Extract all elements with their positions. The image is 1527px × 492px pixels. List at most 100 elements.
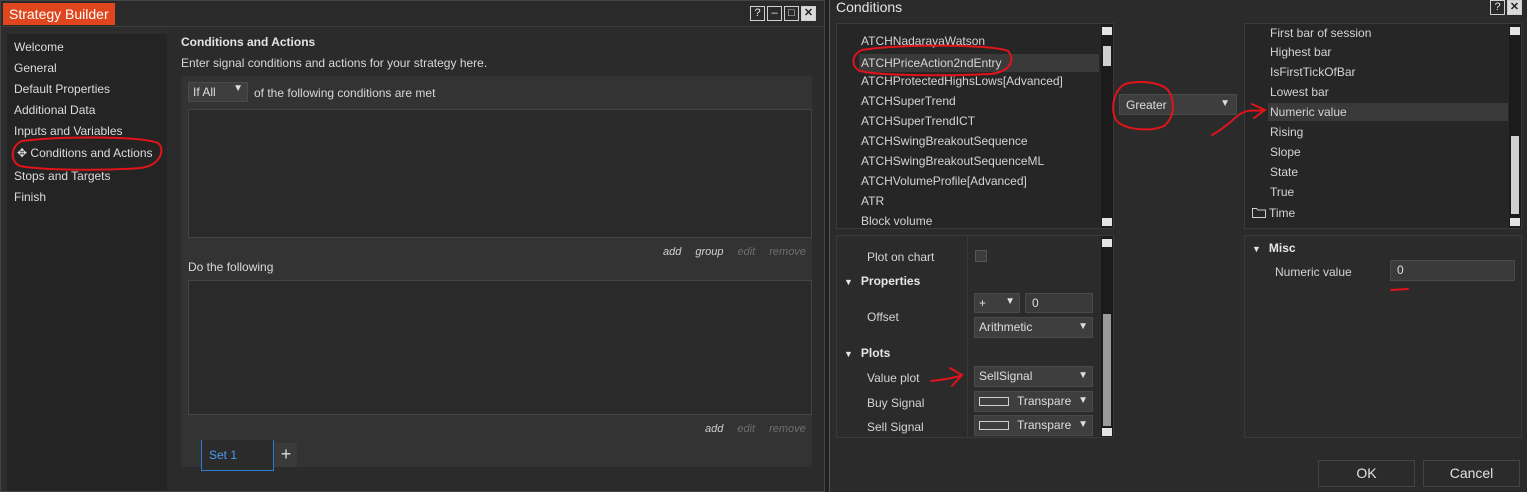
indicator-list[interactable]: ATCHNadarayaWatson ATCHPriceAction2ndEnt… — [836, 23, 1114, 229]
properties-pane: Plot on chart ▼ Properties Offset + ▼ 0 A… — [836, 235, 1114, 438]
operator-select[interactable]: Greater ▼ — [1119, 94, 1237, 115]
edit-action-link[interactable]: edit — [737, 423, 755, 435]
nav-item-general[interactable]: General — [14, 61, 57, 75]
edit-condition-link[interactable]: edit — [738, 246, 756, 258]
conditions-window: Conditions ? ✕ ATCHNadarayaWatson ATCHPr… — [829, 0, 1527, 492]
add-action-link[interactable]: add — [705, 423, 723, 435]
misc-pane: ▼ Misc Numeric value 0 — [1244, 235, 1522, 438]
chevron-down-icon: ▼ — [1078, 321, 1088, 332]
condition-actions: add group edit remove — [663, 246, 806, 258]
nav-item-additional-data[interactable]: Additional Data — [14, 103, 95, 117]
plot-on-chart-label: Plot on chart — [867, 250, 935, 264]
remove-action-link[interactable]: remove — [769, 423, 806, 435]
list-item-selected[interactable]: ATCHPriceAction2ndEntry — [859, 54, 1099, 72]
column-divider — [967, 236, 968, 437]
list-item[interactable]: ATCHProtectedHighsLows[Advanced] — [861, 74, 1063, 88]
list-item-folder[interactable]: Time — [1252, 206, 1295, 220]
sell-signal-value: Transpare — [1017, 418, 1072, 432]
sell-signal-select[interactable]: Transpare ▼ — [974, 415, 1093, 436]
offset-value-input[interactable]: 0 — [1025, 293, 1093, 313]
value-plot-value: SellSignal — [979, 369, 1033, 383]
properties-scrollbar[interactable] — [1101, 236, 1113, 437]
help-button[interactable]: ? — [750, 6, 765, 21]
cancel-button[interactable]: Cancel — [1423, 460, 1520, 487]
if-all-select[interactable]: If All ▼ — [188, 82, 248, 102]
maximize-button[interactable]: □ — [784, 6, 799, 21]
minimize-button[interactable]: – — [767, 6, 782, 21]
properties-section[interactable]: ▼ Properties — [844, 274, 920, 288]
list-item-selected[interactable]: Numeric value — [1268, 103, 1508, 121]
add-condition-link[interactable]: add — [663, 246, 681, 258]
list-item[interactable]: ATCHSuperTrendICT — [861, 114, 975, 128]
list-item[interactable]: Slope — [1270, 145, 1301, 159]
chevron-down-icon: ▼ — [233, 83, 243, 94]
plot-on-chart-checkbox[interactable] — [975, 250, 987, 262]
offset-sign-select[interactable]: + ▼ — [974, 293, 1020, 313]
set-panel: If All ▼ of the following conditions are… — [181, 76, 812, 467]
nav-item-stops-targets[interactable]: Stops and Targets — [14, 169, 111, 183]
misc-section[interactable]: ▼ Misc — [1252, 241, 1296, 255]
close-button[interactable]: ✕ — [1507, 0, 1522, 15]
remove-condition-link[interactable]: remove — [769, 246, 806, 258]
strategy-builder-window: Strategy Builder ? – □ ✕ Welcome General… — [0, 0, 825, 492]
action-actions: add edit remove — [705, 423, 806, 435]
conditions-box[interactable] — [188, 109, 812, 238]
list-item[interactable]: ATR — [861, 194, 884, 208]
group-condition-link[interactable]: group — [695, 246, 723, 258]
list-item[interactable]: True — [1270, 185, 1294, 199]
scroll-up-icon[interactable] — [1102, 239, 1112, 247]
numeric-value-input[interactable]: 0 — [1390, 260, 1515, 281]
collapse-triangle-icon: ▼ — [1252, 244, 1261, 254]
sell-signal-label: Sell Signal — [867, 420, 924, 434]
close-button[interactable]: ✕ — [801, 6, 816, 21]
list-item[interactable]: ATCHSuperTrend — [861, 94, 956, 108]
scroll-thumb[interactable] — [1103, 314, 1111, 426]
list-item[interactable]: First bar of session — [1270, 26, 1371, 40]
scroll-thumb[interactable] — [1103, 46, 1111, 66]
add-set-button[interactable]: + — [275, 443, 297, 467]
collapse-triangle-icon: ▼ — [844, 277, 853, 287]
offset-type-select[interactable]: Arithmetic ▼ — [974, 317, 1093, 338]
operator-value: Greater — [1126, 98, 1167, 112]
scroll-thumb[interactable] — [1511, 136, 1519, 214]
chevron-down-icon: ▼ — [1220, 98, 1230, 109]
nav-item-welcome[interactable]: Welcome — [14, 40, 64, 54]
plots-section[interactable]: ▼ Plots — [844, 346, 890, 360]
buy-signal-label: Buy Signal — [867, 396, 925, 410]
nav-item-inputs-variables[interactable]: Inputs and Variables — [14, 124, 123, 138]
list-item[interactable]: ATCHVolumeProfile[Advanced] — [861, 174, 1027, 188]
folder-icon — [1252, 208, 1266, 218]
color-swatch-icon — [979, 421, 1009, 431]
list-item[interactable]: ATCHSwingBreakoutSequence — [861, 134, 1028, 148]
scroll-up-icon[interactable] — [1510, 27, 1520, 35]
value-plot-select[interactable]: SellSignal ▼ — [974, 366, 1093, 387]
list-item[interactable]: IsFirstTickOfBar — [1270, 65, 1356, 79]
color-swatch-icon — [979, 397, 1009, 407]
list-item[interactable]: Rising — [1270, 125, 1303, 139]
scroll-down-icon[interactable] — [1102, 218, 1112, 226]
list-item[interactable]: ATCHNadarayaWatson — [861, 34, 985, 48]
buy-signal-select[interactable]: Transpare ▼ — [974, 391, 1093, 412]
value-plot-label: Value plot — [867, 371, 920, 385]
list-item[interactable]: Highest bar — [1270, 45, 1331, 59]
list-item[interactable]: ATCHSwingBreakoutSequenceML — [861, 154, 1044, 168]
wizard-nav: Welcome General Default Properties Addit… — [7, 34, 167, 491]
actions-box[interactable] — [188, 280, 812, 415]
list-item[interactable]: Lowest bar — [1270, 85, 1329, 99]
scroll-up-icon[interactable] — [1102, 27, 1112, 35]
ok-button[interactable]: OK — [1318, 460, 1415, 487]
list-item[interactable]: State — [1270, 165, 1298, 179]
value-type-scrollbar[interactable] — [1509, 24, 1521, 228]
help-button[interactable]: ? — [1490, 0, 1505, 15]
main-content: Conditions and Actions Enter signal cond… — [167, 27, 824, 491]
list-item[interactable]: Block volume — [861, 214, 932, 228]
chevron-down-icon: ▼ — [1078, 395, 1088, 406]
scroll-down-icon[interactable] — [1510, 218, 1520, 226]
nav-item-default-properties[interactable]: Default Properties — [14, 82, 110, 96]
nav-item-finish[interactable]: Finish — [14, 190, 46, 204]
nav-item-conditions-actions[interactable]: ✥ Conditions and Actions — [17, 146, 153, 160]
tab-set-1[interactable]: Set 1 — [201, 440, 274, 471]
indicator-scrollbar[interactable] — [1101, 24, 1113, 228]
scroll-down-icon[interactable] — [1102, 428, 1112, 436]
value-type-list[interactable]: First bar of session Highest bar IsFirst… — [1244, 23, 1522, 229]
